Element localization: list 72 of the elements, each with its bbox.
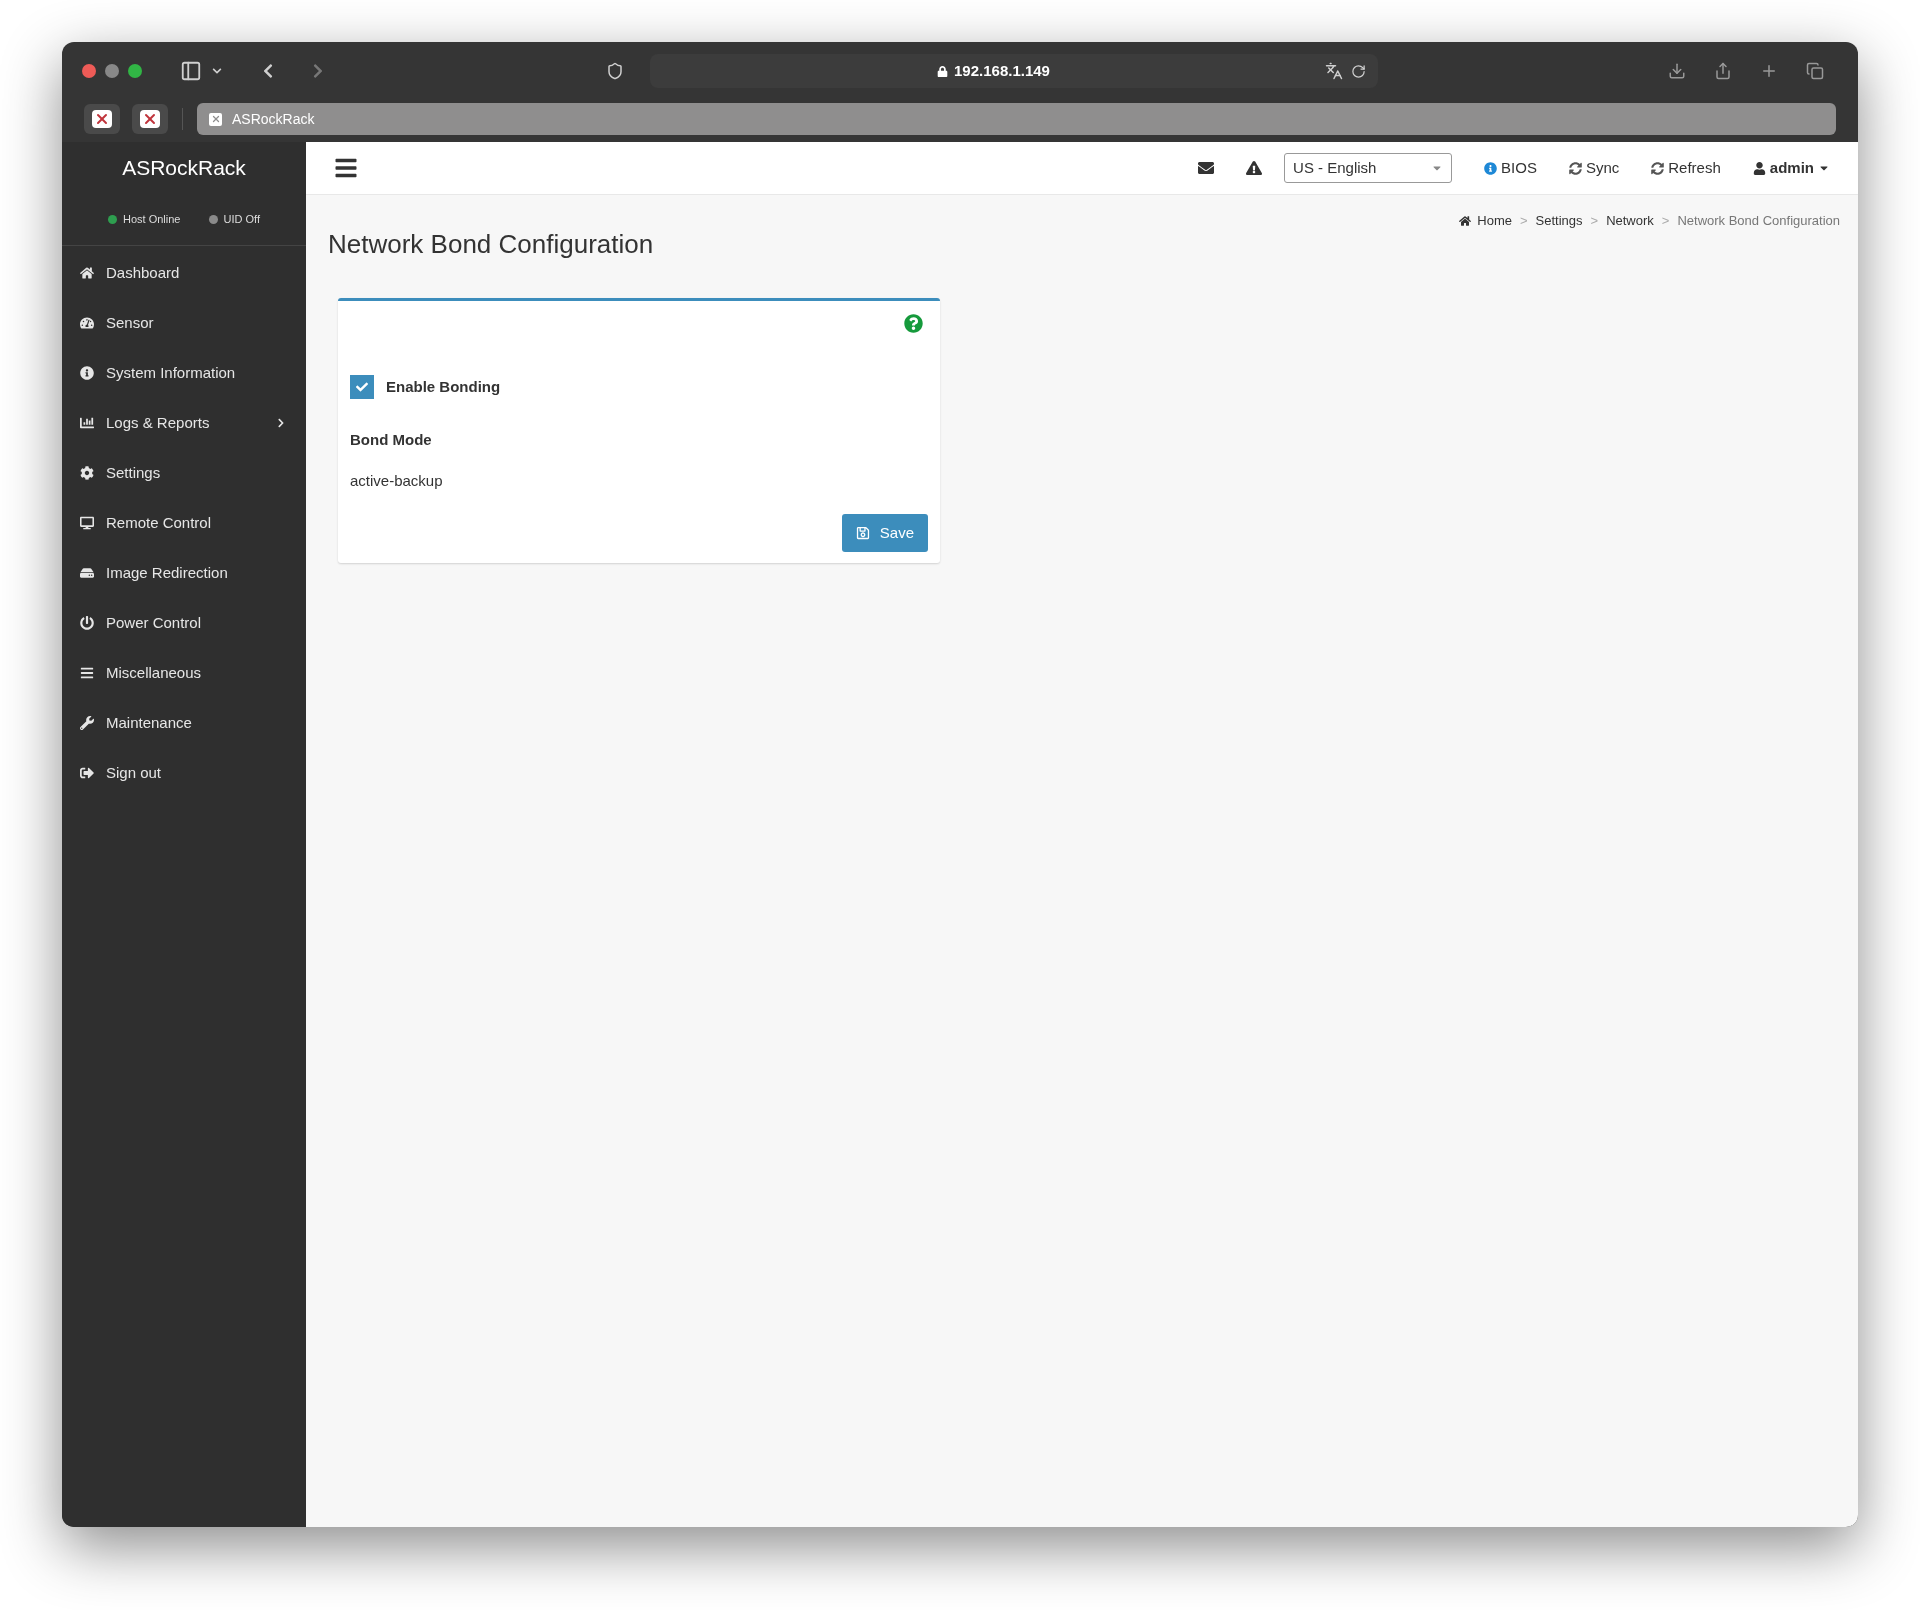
- home-icon: [80, 266, 94, 280]
- gear-icon: [80, 466, 94, 480]
- breadcrumb-separator: >: [1519, 212, 1528, 230]
- language-select[interactable]: US - English: [1284, 153, 1453, 183]
- minimize-icon[interactable]: [105, 64, 119, 78]
- sidebar-item[interactable]: Remote Control: [62, 498, 306, 548]
- breadcrumb-separator: >: [1590, 212, 1599, 230]
- status-label: Host Online: [123, 212, 181, 228]
- new-tab-icon[interactable]: [1760, 62, 1778, 80]
- share-icon[interactable]: [1714, 62, 1732, 80]
- menu-icon: [80, 666, 94, 680]
- sidebar-item[interactable]: Dashboard: [62, 248, 306, 298]
- brand-title[interactable]: ASRockRack: [62, 142, 306, 194]
- shield-icon[interactable]: [606, 62, 624, 80]
- enable-bonding-checkbox[interactable]: [350, 375, 374, 399]
- bond-mode-value: active-backup: [350, 470, 444, 491]
- monitor-icon: [80, 516, 94, 530]
- breadcrumb-link[interactable]: Network Bond Configuration: [1677, 211, 1840, 231]
- breadcrumb-separator: >: [1661, 212, 1670, 230]
- breadcrumb-link[interactable]: Settings: [1535, 211, 1583, 231]
- sidebar-toggle-icon[interactable]: [180, 60, 202, 82]
- header-link[interactable]: Sync: [1568, 156, 1620, 180]
- field-label: Bond Mode: [350, 430, 433, 450]
- sidebar-item[interactable]: Settings: [62, 448, 306, 498]
- sidebar-item[interactable]: Power Control: [62, 598, 306, 648]
- lock-icon: [937, 65, 949, 77]
- sidebar-item[interactable]: Sensor: [62, 298, 306, 348]
- breadcrumb-link[interactable]: Network: [1606, 211, 1654, 231]
- download-icon[interactable]: [1668, 62, 1686, 80]
- maximize-icon[interactable]: [128, 64, 142, 78]
- bar-chart-icon: [80, 416, 94, 430]
- translate-icon[interactable]: [1325, 62, 1343, 80]
- save-button[interactable]: Save: [841, 514, 928, 552]
- sidebar-item[interactable]: Miscellaneous: [62, 648, 306, 698]
- wrench-icon: [80, 716, 94, 730]
- bookmark-icon[interactable]: [84, 104, 120, 134]
- gauge-icon: [80, 316, 94, 330]
- page-title: Network Bond Configuration: [328, 228, 654, 261]
- tab-favicon-icon: [209, 112, 222, 126]
- help-icon[interactable]: [904, 314, 923, 333]
- breadcrumb-link[interactable]: Home: [1459, 211, 1512, 231]
- drive-icon: [80, 566, 94, 580]
- close-icon[interactable]: [82, 64, 96, 78]
- warning-icon[interactable]: [1246, 160, 1263, 176]
- sidebar-item[interactable]: System Information: [62, 348, 306, 398]
- sidebar-item[interactable]: Image Redirection: [62, 548, 306, 598]
- menu-icon[interactable]: [334, 156, 358, 180]
- check-icon: [356, 381, 368, 393]
- url-text: 192.168.1.149: [954, 60, 1050, 81]
- sign-out-icon: [80, 766, 94, 780]
- user-icon: [1752, 161, 1766, 175]
- bookmark-icon[interactable]: [132, 104, 168, 134]
- refresh-icon: [1651, 161, 1665, 175]
- sidebar-item[interactable]: Logs & Reports: [62, 398, 306, 448]
- sync-icon: [1568, 161, 1582, 175]
- home-icon: [1459, 214, 1472, 227]
- save-icon: [855, 526, 870, 540]
- chevron-down-icon[interactable]: [212, 66, 222, 76]
- sidebar-item[interactable]: Maintenance: [62, 698, 306, 748]
- reload-icon[interactable]: [1351, 63, 1366, 79]
- power-icon: [80, 616, 94, 630]
- address-bar[interactable]: 192.168.1.149: [650, 54, 1378, 88]
- header-link[interactable]: Refresh: [1651, 156, 1721, 180]
- checkbox-label: Enable Bonding: [386, 376, 501, 397]
- sidebar-item[interactable]: Sign out: [62, 748, 306, 798]
- status-label: UID Off: [223, 212, 260, 228]
- mail-icon[interactable]: [1198, 160, 1215, 176]
- header-link[interactable]: admin: [1752, 156, 1830, 180]
- tabs-overview-icon[interactable]: [1806, 62, 1824, 80]
- info-icon: [1484, 161, 1498, 175]
- info-icon: [80, 366, 94, 380]
- header-link[interactable]: BIOS: [1484, 156, 1537, 180]
